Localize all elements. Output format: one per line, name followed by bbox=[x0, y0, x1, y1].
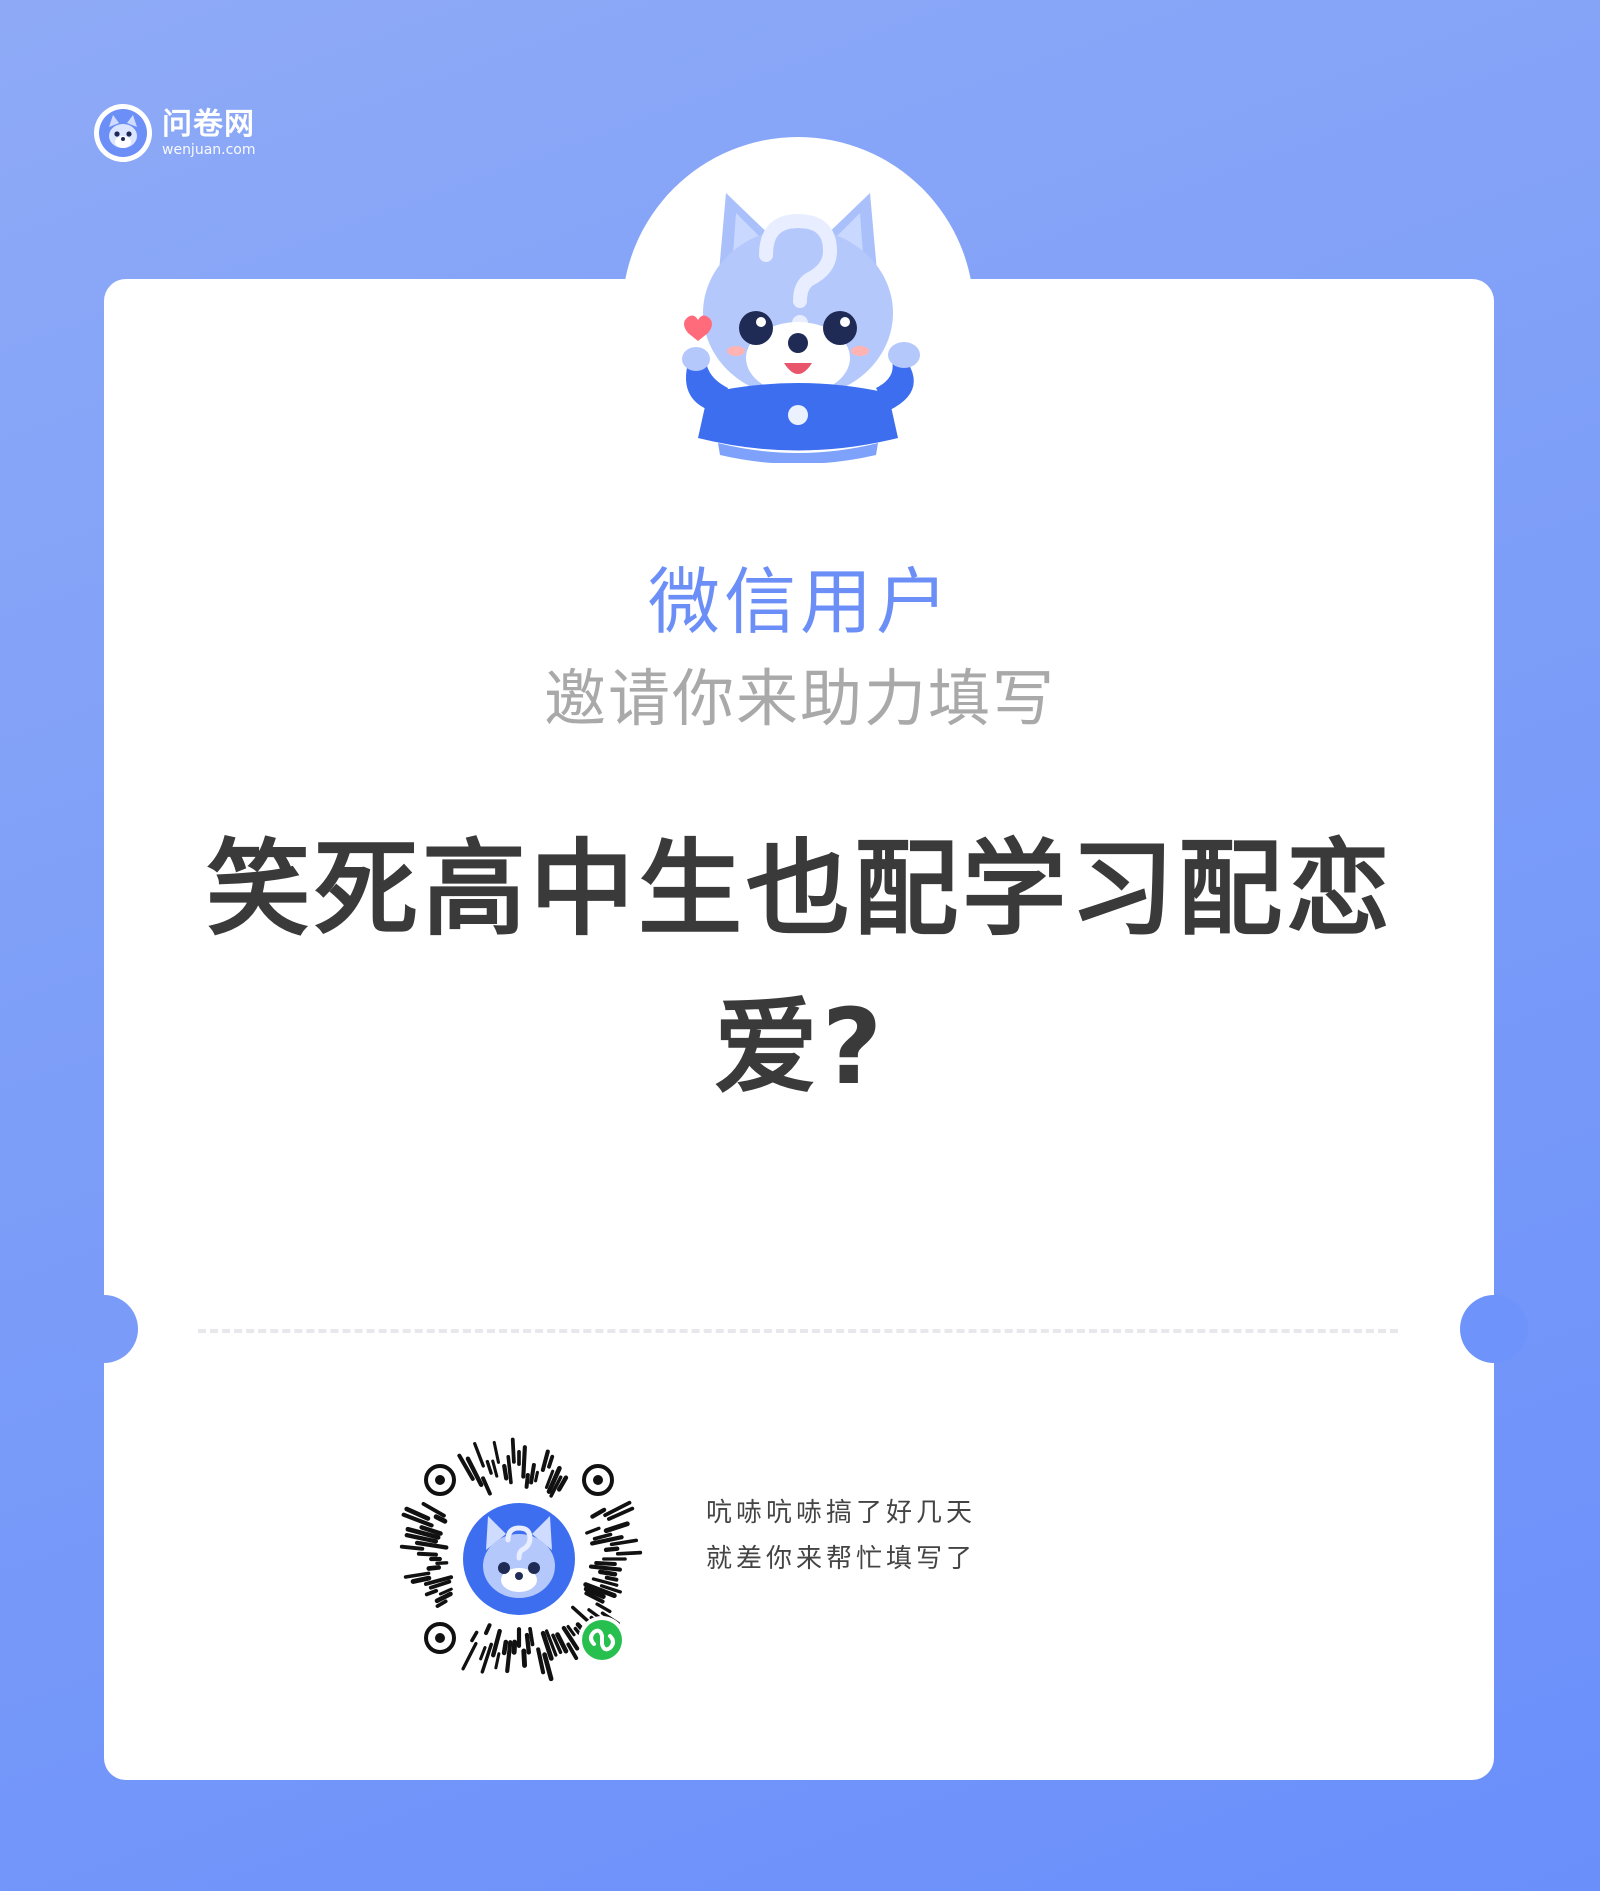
qr-stroke bbox=[595, 1602, 612, 1614]
qr-stroke bbox=[416, 1551, 438, 1557]
qr-stroke bbox=[521, 1445, 527, 1479]
qr-stroke bbox=[399, 1544, 425, 1551]
qr-stroke bbox=[501, 1639, 509, 1656]
qr-stroke bbox=[540, 1449, 550, 1472]
qr-stroke bbox=[491, 1628, 502, 1658]
qr-stroke bbox=[510, 1437, 516, 1464]
share-poster: 问卷网 wenjuan.com 微信用户 邀请你来助力填写 笑死高中生也配学习配… bbox=[0, 0, 1600, 1891]
logo-domain: wenjuan.com bbox=[162, 141, 256, 158]
qr-caption-line-2: 就差你来帮忙填写了 bbox=[706, 1544, 977, 1574]
qr-stroke bbox=[506, 1455, 513, 1485]
qr-stroke bbox=[505, 1640, 513, 1674]
qr-stroke bbox=[528, 1626, 535, 1647]
user-name: 微信用户 bbox=[647, 560, 952, 644]
qr-stroke bbox=[470, 1630, 479, 1643]
qr-stroke bbox=[403, 1571, 431, 1579]
invite-message: 邀请你来助力填写 bbox=[543, 662, 1056, 735]
qr-stroke bbox=[502, 1463, 509, 1481]
qr-stroke bbox=[547, 1454, 555, 1469]
qr-stroke bbox=[492, 1440, 500, 1464]
qr-stroke bbox=[609, 1538, 639, 1547]
qr-stroke bbox=[484, 1623, 492, 1635]
qr-center-fox-icon bbox=[483, 1516, 555, 1598]
miniprogram-qr-code[interactable] bbox=[388, 1428, 650, 1690]
ticket-divider bbox=[198, 1329, 1398, 1333]
qr-stroke bbox=[524, 1473, 530, 1489]
qr-stroke bbox=[603, 1521, 630, 1534]
qr-stroke bbox=[588, 1564, 622, 1572]
fox-mascot-icon bbox=[682, 193, 920, 463]
survey-title: 笑死高中生也配学习配恋爱? bbox=[205, 828, 1394, 1108]
qr-stroke bbox=[529, 1462, 536, 1485]
qr-stroke bbox=[485, 1459, 493, 1475]
qr-caption: 吭哧吭哧搞了好几天 就差你来帮忙填写了 bbox=[706, 1490, 976, 1582]
qr-stroke bbox=[594, 1561, 617, 1567]
qr-stroke bbox=[421, 1501, 446, 1518]
qr-stroke bbox=[521, 1648, 528, 1668]
qr-stroke bbox=[473, 1442, 485, 1468]
qr-stroke bbox=[479, 1646, 487, 1661]
qr-stroke bbox=[410, 1575, 432, 1584]
qr-stroke bbox=[615, 1550, 643, 1556]
qr-stroke bbox=[434, 1591, 453, 1604]
qr-stroke bbox=[534, 1470, 539, 1483]
qr-stroke bbox=[426, 1565, 442, 1571]
qr-stroke bbox=[536, 1647, 546, 1675]
qr-stroke bbox=[511, 1639, 518, 1655]
user-avatar bbox=[622, 137, 974, 489]
qr-stroke bbox=[598, 1569, 618, 1577]
qr-stroke bbox=[590, 1507, 607, 1519]
qr-stroke bbox=[461, 1641, 478, 1671]
qr-stroke bbox=[481, 1476, 492, 1496]
qr-stroke bbox=[424, 1588, 439, 1597]
qr-stroke bbox=[585, 1526, 601, 1535]
qr-caption-line-1: 吭哧吭哧搞了好几天 bbox=[706, 1498, 977, 1528]
qr-stroke bbox=[604, 1575, 619, 1582]
fox-logo-icon bbox=[94, 104, 152, 162]
qr-stroke bbox=[603, 1546, 620, 1553]
qr-stroke bbox=[494, 1652, 501, 1670]
ticket-notch-right bbox=[1460, 1295, 1528, 1363]
brand-logo: 问卷网 wenjuan.com bbox=[94, 104, 256, 162]
qr-stroke bbox=[414, 1540, 449, 1550]
qr-stroke bbox=[435, 1561, 449, 1565]
ticket-notch-left bbox=[70, 1295, 138, 1363]
wechat-miniprogram-icon bbox=[578, 1616, 626, 1664]
qr-stroke bbox=[524, 1632, 532, 1655]
qr-stroke bbox=[491, 1459, 499, 1478]
logo-name: 问卷网 bbox=[162, 106, 255, 142]
